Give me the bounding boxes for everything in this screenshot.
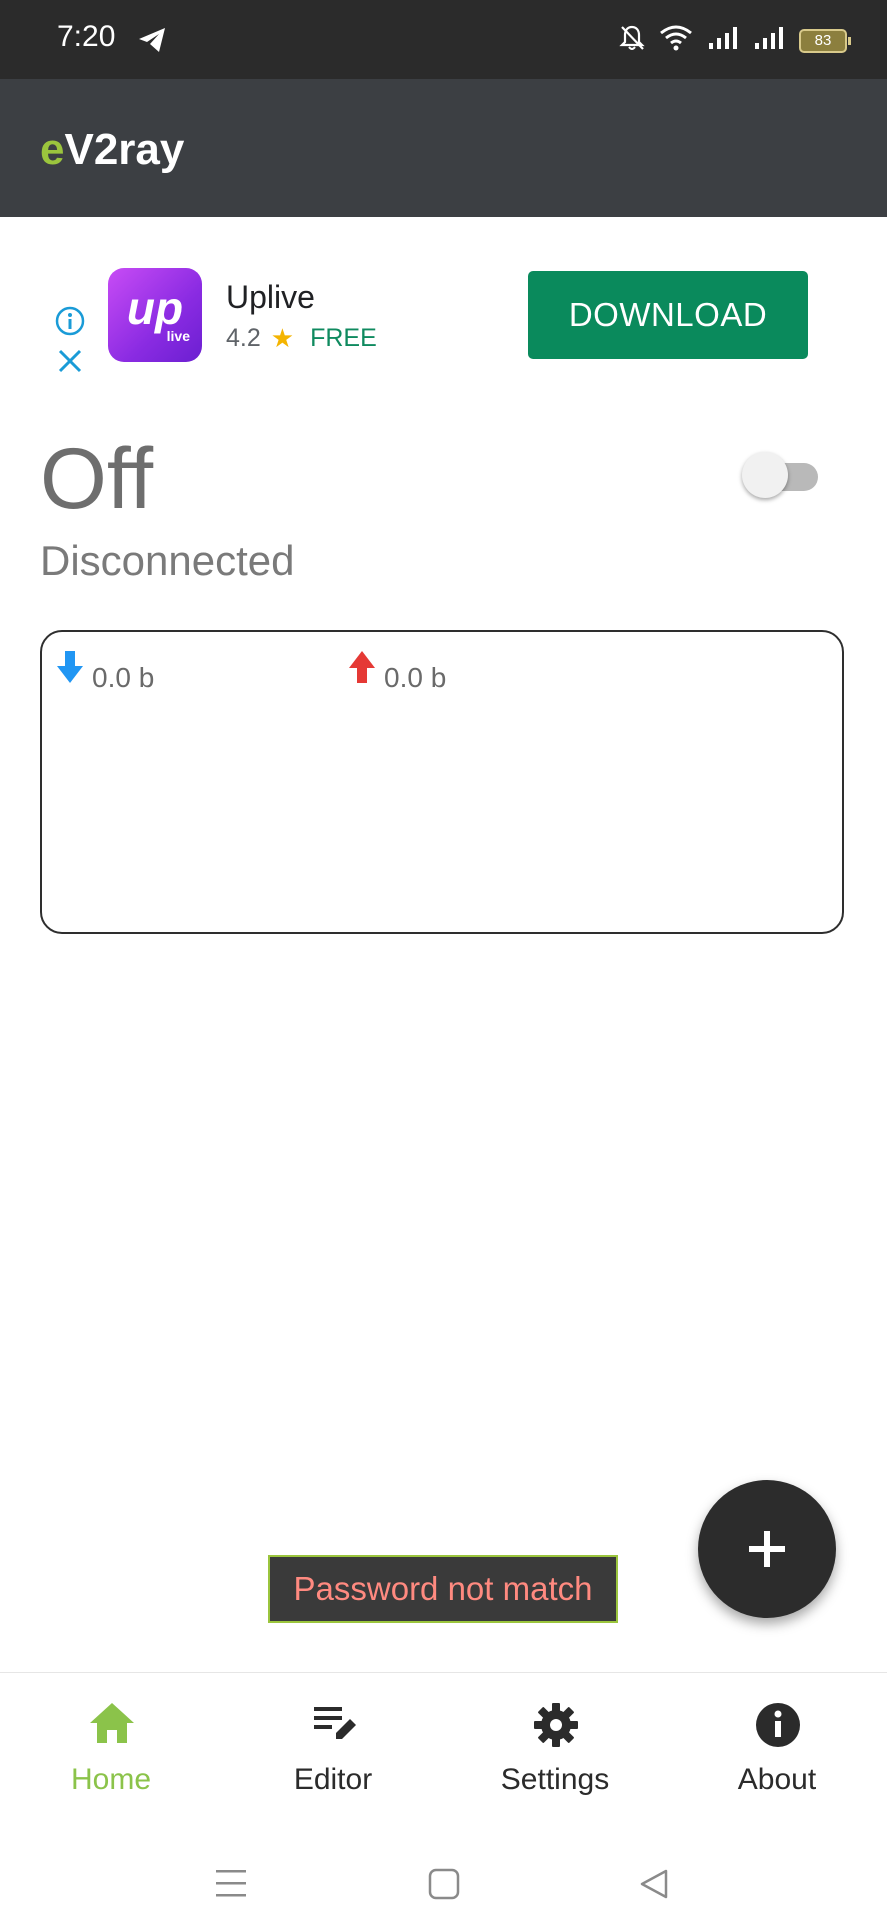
ad-close-icon[interactable] xyxy=(54,345,86,382)
home-square-icon[interactable] xyxy=(428,1868,460,1905)
upload-value: 0.0 b xyxy=(384,662,447,693)
toast-message: Password not match xyxy=(268,1555,618,1623)
nav-item-settings[interactable]: Settings xyxy=(444,1673,666,1823)
gear-icon xyxy=(532,1701,580,1754)
nav-label-about: About xyxy=(737,1763,817,1796)
app-title-rest: V2ray xyxy=(64,125,185,174)
app-title: eV2ray xyxy=(40,125,184,175)
app-bar: eV2ray xyxy=(0,79,887,217)
ad-app-meta: 4.2 ★ FREE xyxy=(226,323,377,354)
battery-indicator: 83 xyxy=(799,28,851,53)
ad-logo-subtext: live xyxy=(166,328,190,344)
home-icon xyxy=(88,1701,136,1750)
ad-app-logo[interactable]: up live xyxy=(108,268,202,362)
system-navigation-bar xyxy=(0,1822,887,1920)
status-bar: 7:20 83 xyxy=(0,0,887,79)
star-icon: ★ xyxy=(270,323,295,353)
nav-label-home: Home xyxy=(70,1763,152,1796)
connection-state: Off xyxy=(40,431,154,527)
traffic-panel: 0.0 b 0.0 b xyxy=(40,630,844,934)
download-arrow-icon xyxy=(56,649,84,690)
upload-arrow-icon xyxy=(348,649,376,690)
bottom-navigation: Home Editor Settings About xyxy=(0,1672,887,1823)
ad-info-icon[interactable] xyxy=(54,305,86,342)
upload-stat: 0.0 b xyxy=(348,644,446,694)
ad-banner[interactable]: up live Uplive 4.2 ★ FREE DOWNLOAD xyxy=(0,217,887,377)
signal-icon xyxy=(707,25,739,56)
telegram-icon xyxy=(137,26,167,59)
add-config-button[interactable] xyxy=(698,1480,836,1618)
recents-menu-icon[interactable] xyxy=(214,1868,248,1903)
nav-item-home[interactable]: Home xyxy=(0,1673,222,1823)
info-icon xyxy=(754,1701,802,1754)
edit-icon xyxy=(310,1701,358,1750)
nav-item-editor[interactable]: Editor xyxy=(222,1673,444,1823)
app-title-accent: e xyxy=(40,125,65,174)
toggle-thumb xyxy=(742,452,788,498)
download-value: 0.0 b xyxy=(92,662,155,693)
ad-price: FREE xyxy=(310,324,377,352)
nav-item-about[interactable]: About xyxy=(666,1673,887,1823)
status-icons: 83 xyxy=(619,24,851,57)
nav-label-settings: Settings xyxy=(500,1763,610,1796)
plus-icon xyxy=(745,1527,789,1576)
wifi-icon xyxy=(659,24,693,57)
download-stat: 0.0 b xyxy=(56,644,154,694)
nav-label-editor: Editor xyxy=(293,1763,373,1796)
connection-toggle[interactable] xyxy=(742,452,820,500)
back-triangle-icon[interactable] xyxy=(638,1868,670,1905)
ad-app-name[interactable]: Uplive xyxy=(226,279,315,316)
status-time: 7:20 xyxy=(57,20,116,53)
ad-rating: 4.2 xyxy=(226,324,261,352)
ad-download-button[interactable]: DOWNLOAD xyxy=(528,271,808,359)
connection-status: Disconnected xyxy=(40,537,295,584)
notifications-off-icon xyxy=(619,24,645,57)
signal-icon-2 xyxy=(753,25,785,56)
